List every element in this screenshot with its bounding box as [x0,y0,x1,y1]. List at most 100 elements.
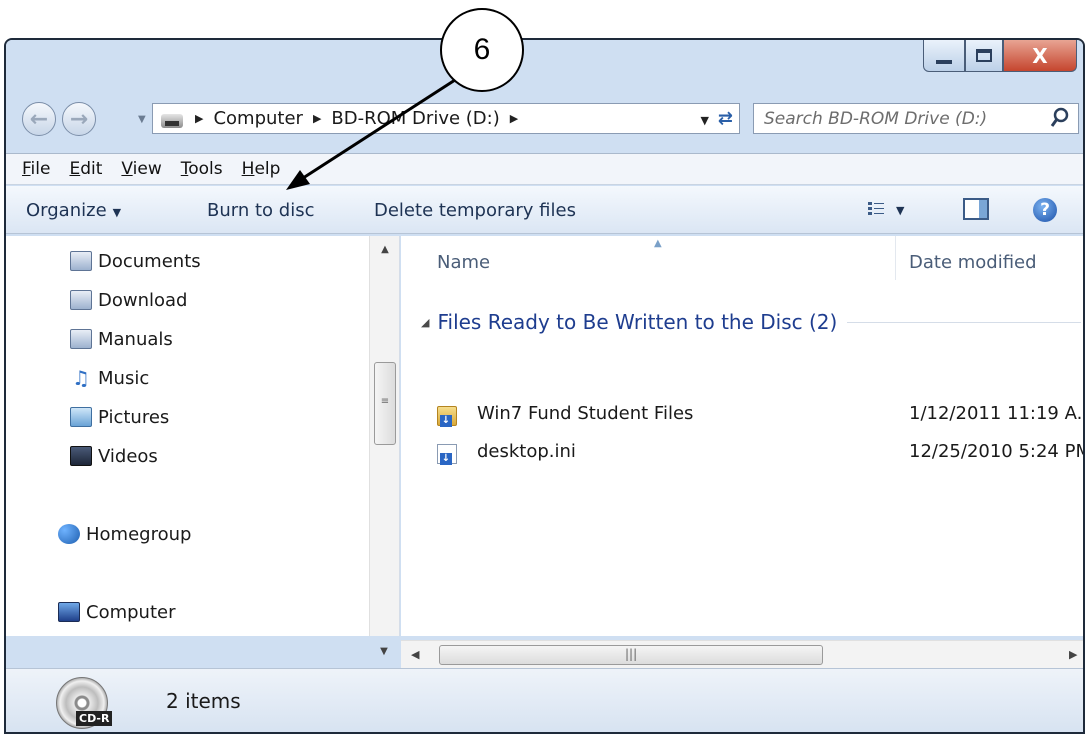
file-date: 12/25/2010 5:24 PM [909,441,1085,462]
computer-icon [58,602,80,622]
file-row[interactable]: ↓ desktop.ini 12/25/2010 5:24 PM [437,440,1085,466]
delete-temporary-files-button[interactable]: Delete temporary files [374,200,576,221]
file-date: 1/12/2011 11:19 A.. [909,403,1085,424]
breadcrumb-separator-icon[interactable]: ▶ [313,112,321,125]
file-name: Win7 Fund Student Files [477,403,694,424]
close-icon: X [1032,43,1048,68]
minimize-button[interactable] [923,40,965,72]
forward-arrow-icon: → [69,106,89,132]
menu-bar: File Edit View Tools Help [6,153,1083,185]
pending-burn-icon: ↓ [440,415,452,427]
address-dropdown-icon[interactable]: ▼ [701,114,709,127]
sidebar-item-label: Download [98,289,188,311]
command-bar: Organize ▼ Burn to disc Delete temporary … [6,186,1083,234]
scroll-right-icon[interactable]: ▶ [1069,648,1077,661]
manuals-library-icon [70,329,92,349]
breadcrumb-drive[interactable]: BD-ROM Drive (D:) [331,108,499,129]
title-bar: X [6,40,1083,98]
sidebar-item-label: Homegroup [86,523,192,545]
navigation-pane: Documents Download Manuals ♫ Music Pictur… [6,236,400,636]
column-header-name[interactable]: Name [437,252,490,273]
group-divider [847,321,1081,323]
organize-button[interactable]: Organize ▼ [26,200,121,221]
search-placeholder: Search BD-ROM Drive (D:) [764,108,988,129]
collapse-group-icon[interactable]: ◢ [421,316,429,329]
sidebar-item-label: Documents [98,250,201,272]
scroll-left-icon[interactable]: ◀ [411,648,419,661]
sidebar-item-music[interactable]: ♫ Music [70,365,149,391]
maximize-icon [976,49,992,62]
view-dropdown-icon[interactable]: ▼ [896,204,904,217]
navigation-row: ← → ▼ ▶ Computer ▶ BD-ROM Drive (D:) ▶ ▼… [22,100,1079,136]
back-button[interactable]: ← [22,102,56,136]
videos-icon [70,446,92,466]
file-name: desktop.ini [477,441,576,462]
back-arrow-icon: ← [29,106,49,132]
sidebar-item-label: Videos [98,445,158,467]
change-view-icon[interactable] [867,200,885,218]
sidebar-item-download[interactable]: Download [70,287,187,313]
sidebar-item-pictures[interactable]: Pictures [70,404,169,430]
disc-type-label: CD-R [76,711,113,726]
details-pane: CD-R 2 items [6,668,1083,732]
folder-icon: ↓ [437,406,457,427]
column-divider[interactable] [895,236,896,280]
minimize-icon [936,59,952,64]
sidebar-item-label: Manuals [98,328,173,350]
homegroup-icon [58,524,80,544]
sidebar-item-label: Computer [86,601,176,623]
menu-edit[interactable]: Edit [69,159,102,179]
menu-tools[interactable]: Tools [181,159,223,179]
organize-label: Organize [26,200,107,221]
group-title: Files Ready to Be Written to the Disc (2… [437,310,838,334]
breadcrumb-computer[interactable]: Computer [213,108,302,129]
sidebar-item-homegroup[interactable]: Homegroup [58,521,191,547]
pending-burn-icon: ↓ [440,453,452,465]
breadcrumb-separator-icon[interactable]: ▶ [510,112,518,125]
menu-help[interactable]: Help [242,159,281,179]
sidebar-item-label: Pictures [98,406,170,428]
chevron-down-icon: ▼ [138,114,146,125]
navigation-scrollbar[interactable]: ▲ ≡ [369,236,399,636]
preview-pane-icon[interactable] [963,198,989,220]
column-header-date-modified[interactable]: Date modified [909,252,1037,273]
burn-to-disc-button[interactable]: Burn to disc [207,200,314,221]
pictures-icon [70,407,92,427]
refresh-icon[interactable]: ⇄ [718,108,733,129]
recent-pages-dropdown[interactable]: ▼ [138,114,146,125]
address-bar[interactable]: ▶ Computer ▶ BD-ROM Drive (D:) ▶ ▼ ⇄ [152,103,740,134]
group-header[interactable]: ◢ Files Ready to Be Written to the Disc … [421,310,1081,334]
file-list: ▲ Name Date modified ◢ Files Ready to Be… [401,236,1085,636]
sidebar-item-manuals[interactable]: Manuals [70,326,173,352]
horizontal-scrollbar-thumb[interactable]: ||| [439,645,823,665]
menu-view[interactable]: View [121,159,161,179]
sort-ascending-icon: ▲ [654,238,662,249]
column-header-row: ▲ Name Date modified [401,236,1083,280]
scrollbar-thumb[interactable]: ≡ [374,362,396,445]
sidebar-item-computer[interactable]: Computer [58,599,175,625]
item-count: 2 items [166,689,241,713]
documents-icon [70,251,92,271]
scroll-up-icon[interactable]: ▲ [370,244,400,255]
explorer-window: X ← → ▼ ▶ Computer ▶ BD-ROM Drive (D:) ▶… [4,38,1085,734]
sidebar-item-label: Music [98,367,150,389]
file-row[interactable]: ↓ Win7 Fund Student Files 1/12/2011 11:1… [437,402,1085,428]
search-input[interactable]: Search BD-ROM Drive (D:) [753,103,1079,134]
file-icon: ↓ [437,444,457,465]
maximize-button[interactable] [965,40,1003,72]
window-controls: X [923,40,1077,72]
close-button[interactable]: X [1003,40,1077,72]
help-icon[interactable]: ? [1033,198,1057,222]
callout-number: 6 [440,8,524,92]
sidebar-item-documents[interactable]: Documents [70,248,201,274]
search-icon[interactable] [1050,107,1070,129]
drive-icon [159,108,185,130]
scroll-down-icon[interactable]: ▼ [369,646,399,657]
sidebar-item-videos[interactable]: Videos [70,443,158,469]
menu-file[interactable]: File [22,159,50,179]
download-library-icon [70,290,92,310]
horizontal-scrollbar[interactable]: ◀ ||| ▶ [401,640,1083,668]
music-icon: ♫ [72,366,90,390]
breadcrumb-separator-icon[interactable]: ▶ [195,112,203,125]
forward-button[interactable]: → [62,102,96,136]
